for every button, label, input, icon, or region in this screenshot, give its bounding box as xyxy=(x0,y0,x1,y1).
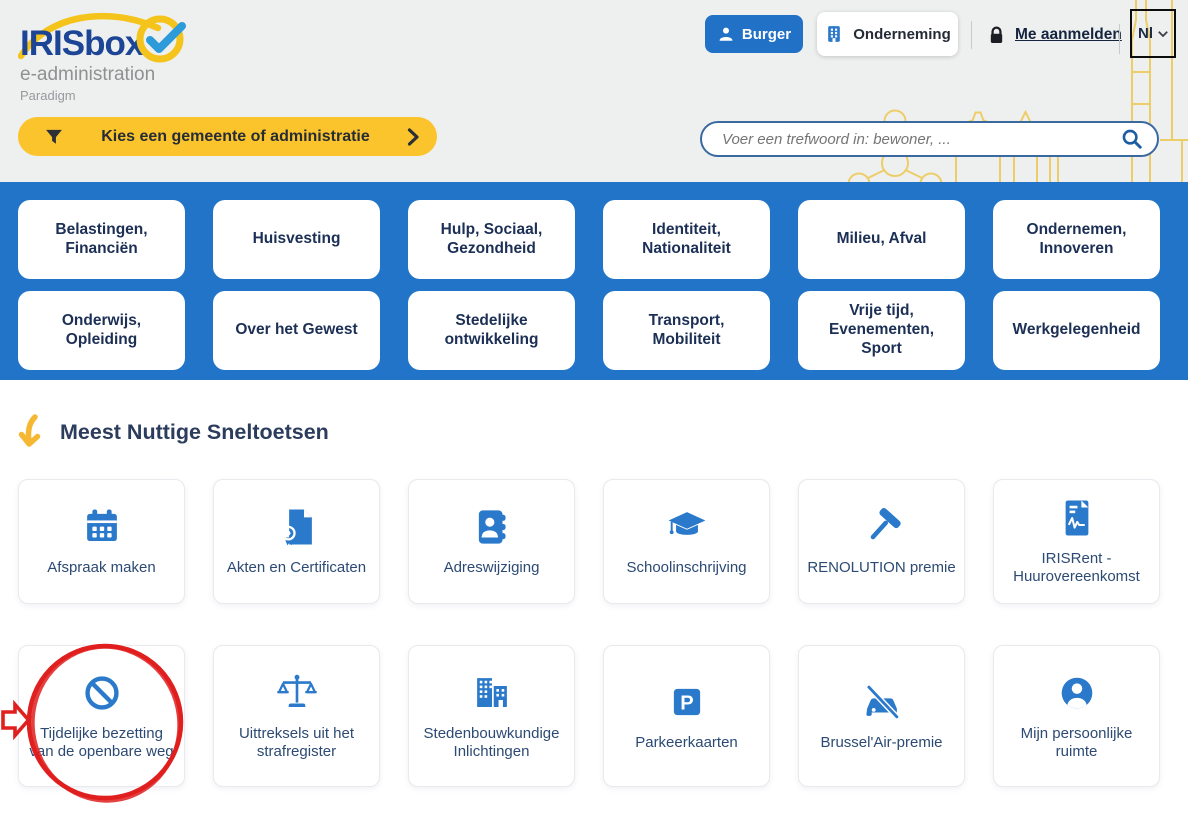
shortcut-adreswijziging[interactable]: Adreswijziging xyxy=(408,479,575,604)
category-over-het-gewest[interactable]: Over het Gewest xyxy=(213,291,380,370)
municipality-filter-button[interactable]: Kies een gemeente of administratie xyxy=(18,117,437,156)
prohibition-icon xyxy=(81,672,123,714)
shortcut-label: Brussel'Air-premie xyxy=(820,734,942,752)
category-label: Belastingen, Financiën xyxy=(28,221,175,259)
car-slash-icon xyxy=(861,681,903,723)
shortcut-label: Stedenbouwkundige Inlichtingen xyxy=(417,725,566,761)
shortcut-parkeerkaarten[interactable]: P Parkeerkaarten xyxy=(603,645,770,787)
category-label: Stedelijke ontwikkeling xyxy=(418,312,565,350)
graduation-cap-icon xyxy=(666,506,708,548)
login-link[interactable]: Me aanmelden xyxy=(986,21,1122,49)
category-label: Transport, Mobiliteit xyxy=(613,312,760,350)
svg-text:P: P xyxy=(680,692,693,714)
category-label: Hulp, Sociaal, Gezondheid xyxy=(418,221,565,259)
shortcut-schoolinschrijving[interactable]: Schoolinschrijving xyxy=(603,479,770,604)
category-label: Vrije tijd, Evenementen, Sport xyxy=(808,302,955,359)
buildings-icon xyxy=(471,672,513,714)
shortcut-brusselair-premie[interactable]: Brussel'Air-premie xyxy=(798,645,965,787)
category-huisvesting[interactable]: Huisvesting xyxy=(213,200,380,279)
category-vrije-tijd[interactable]: Vrije tijd, Evenementen, Sport xyxy=(798,291,965,370)
burger-label: Burger xyxy=(742,26,791,43)
category-label: Ondernemen, Innoveren xyxy=(1003,221,1150,259)
category-hulp-sociaal[interactable]: Hulp, Sociaal, Gezondheid xyxy=(408,200,575,279)
category-stedelijke-ontwikkeling[interactable]: Stedelijke ontwikkeling xyxy=(408,291,575,370)
category-identiteit[interactable]: Identiteit, Nationaliteit xyxy=(603,200,770,279)
shortcut-tijdelijke-bezetting[interactable]: Tijdelijke bezetting van de openbare weg xyxy=(18,645,185,787)
shortcut-akten-certificaten[interactable]: Akten en Certificaten xyxy=(213,479,380,604)
category-onderwijs[interactable]: Onderwijs, Opleiding xyxy=(18,291,185,370)
header-divider-2 xyxy=(1119,24,1120,54)
shortcut-uittreksels-strafregister[interactable]: Uittreksels uit het strafregister xyxy=(213,645,380,787)
certificate-icon xyxy=(276,506,318,548)
search-icon[interactable] xyxy=(1121,128,1143,150)
category-transport[interactable]: Transport, Mobiliteit xyxy=(603,291,770,370)
onderneming-label: Onderneming xyxy=(853,26,951,43)
onderneming-button[interactable]: Onderneming xyxy=(817,12,958,56)
lock-icon xyxy=(986,25,1007,46)
category-band: Belastingen, Financiën Huisvesting Hulp,… xyxy=(0,182,1188,380)
chevron-right-icon xyxy=(407,128,419,146)
shortcut-label: IRISRent - Huurovereenkomst xyxy=(1002,550,1151,586)
category-label: Identiteit, Nationaliteit xyxy=(613,221,760,259)
shortcut-label: Schoolinschrijving xyxy=(626,559,746,577)
shortcut-label: Adreswijziging xyxy=(444,559,540,577)
shortcut-label: Afspraak maken xyxy=(47,559,155,577)
shortcut-afspraak-maken[interactable]: Afspraak maken xyxy=(18,479,185,604)
search-input[interactable] xyxy=(720,130,1121,149)
header-divider xyxy=(971,21,972,49)
shortcut-label: Mijn persoonlijke ruimte xyxy=(1002,725,1151,761)
scales-icon xyxy=(276,672,318,714)
login-label: Me aanmelden xyxy=(1015,26,1122,44)
filter-funnel-icon xyxy=(44,127,64,147)
search-bar xyxy=(700,121,1159,157)
category-label: Werkgelegenheid xyxy=(1012,321,1140,340)
person-circle-icon xyxy=(1056,672,1098,714)
person-icon xyxy=(717,25,735,43)
shortcut-label: Parkeerkaarten xyxy=(635,734,738,752)
shortcut-renolution-premie[interactable]: RENOLUTION premie xyxy=(798,479,965,604)
shortcut-irisrent[interactable]: IRISRent - Huurovereenkomst xyxy=(993,479,1160,604)
shortcut-label: RENOLUTION premie xyxy=(807,559,955,577)
building-icon xyxy=(824,24,844,44)
category-label: Over het Gewest xyxy=(235,321,357,340)
language-selector[interactable]: Nl xyxy=(1130,9,1176,58)
header: IRISbox e-administration Paradigm Burger xyxy=(0,0,1188,182)
checkmark-badge-icon xyxy=(134,12,192,70)
down-arrow-icon xyxy=(16,413,50,453)
irisbox-homepage: IRISbox e-administration Paradigm Burger xyxy=(0,0,1188,813)
shortcut-label: Tijdelijke bezetting van de openbare weg xyxy=(27,725,176,761)
brand-subtitle: e-administration xyxy=(20,64,155,86)
category-belastingen[interactable]: Belastingen, Financiën xyxy=(18,200,185,279)
category-werkgelegenheid[interactable]: Werkgelegenheid xyxy=(993,291,1160,370)
filter-label: Kies een gemeente of administratie xyxy=(64,128,407,146)
hammer-icon xyxy=(861,506,903,548)
burger-button[interactable]: Burger xyxy=(705,15,803,53)
category-ondernemen[interactable]: Ondernemen, Innoveren xyxy=(993,200,1160,279)
rental-contract-icon xyxy=(1056,497,1098,539)
brand-name: IRISbox xyxy=(20,24,143,64)
shortcuts-heading: Meest Nuttige Sneltoetsen xyxy=(60,420,329,445)
category-label: Huisvesting xyxy=(253,230,341,249)
irisbox-logo[interactable]: IRISbox e-administration Paradigm xyxy=(18,8,258,108)
address-book-icon xyxy=(471,506,513,548)
shortcut-stedenbouwkundige[interactable]: Stedenbouwkundige Inlichtingen xyxy=(408,645,575,787)
shortcut-label: Uittreksels uit het strafregister xyxy=(222,725,371,761)
category-milieu[interactable]: Milieu, Afval xyxy=(798,200,965,279)
brand-byline: Paradigm xyxy=(20,88,76,103)
shortcut-label: Akten en Certificaten xyxy=(227,559,366,577)
category-label: Onderwijs, Opleiding xyxy=(28,312,175,350)
parking-icon: P xyxy=(666,681,708,723)
chevron-down-icon xyxy=(1158,31,1168,37)
calendar-icon xyxy=(81,506,123,548)
category-label: Milieu, Afval xyxy=(837,230,927,249)
language-code: Nl xyxy=(1138,25,1153,42)
shortcut-mijn-persoonlijke-ruimte[interactable]: Mijn persoonlijke ruimte xyxy=(993,645,1160,787)
